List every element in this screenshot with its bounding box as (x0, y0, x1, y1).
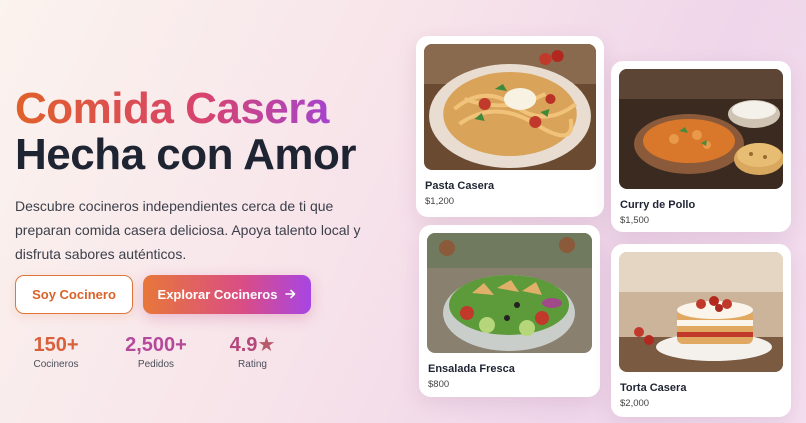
stat-value: 4.9 (229, 334, 258, 356)
dish-image-pasta (424, 44, 596, 170)
dish-price: $2,000 (620, 398, 650, 409)
dish-price: $800 (428, 379, 450, 390)
dish-price: $1,200 (425, 196, 455, 207)
dish-card-cake[interactable]: Torta Casera $2,000 (611, 244, 791, 417)
soy-cocinero-button[interactable]: Soy Cocinero (15, 275, 133, 314)
dish-card-curry[interactable]: Curry de Pollo $1,500 (611, 61, 791, 232)
dish-card-salad[interactable]: Ensalada Fresca $800 (419, 225, 600, 397)
dish-name: Torta Casera (620, 382, 687, 394)
explorar-cocineros-button[interactable]: Explorar Cocineros (143, 275, 311, 314)
dish-price: $1,500 (620, 215, 650, 226)
stat-pedidos: 2,500+ Pedidos (117, 334, 195, 370)
arrow-right-icon (285, 287, 296, 302)
hero-title: Comida Casera Hecha con Amor (15, 86, 357, 179)
stat-label: Pedidos (137, 359, 175, 370)
hero-title-line1: Comida Casera (15, 86, 356, 132)
dish-card-pasta[interactable]: Pasta Casera $1,200 (416, 36, 604, 217)
stat-value: 150+ (33, 334, 79, 356)
dish-name: Curry de Pollo (620, 199, 696, 211)
dish-image-cake (619, 252, 783, 372)
dish-name: Pasta Casera (425, 180, 495, 192)
stats-row: 150+ Cocineros 2,500+ Pedidos 4.9★ Ratin… (15, 334, 315, 374)
dish-image-curry (619, 69, 783, 189)
dish-image-salad (427, 233, 592, 353)
stat-value: 2,500+ (125, 334, 187, 356)
stat-label: Rating (238, 359, 267, 370)
star-icon: ★ (257, 334, 276, 356)
stat-cocineros: 150+ Cocineros (31, 334, 81, 370)
explorar-cocineros-label: Explorar Cocineros (157, 287, 278, 302)
hero-description: Descubre cocineros independientes cerca … (15, 198, 361, 262)
hero-section: Comida Casera Hecha con Amor Descubre co… (15, 0, 405, 423)
soy-cocinero-label: Soy Cocinero (32, 287, 116, 302)
stat-rating: 4.9★ Rating (225, 334, 280, 370)
hero-title-line2: Hecha con Amor (15, 130, 357, 179)
dish-name: Ensalada Fresca (428, 363, 515, 375)
stat-label: Cocineros (33, 359, 79, 370)
